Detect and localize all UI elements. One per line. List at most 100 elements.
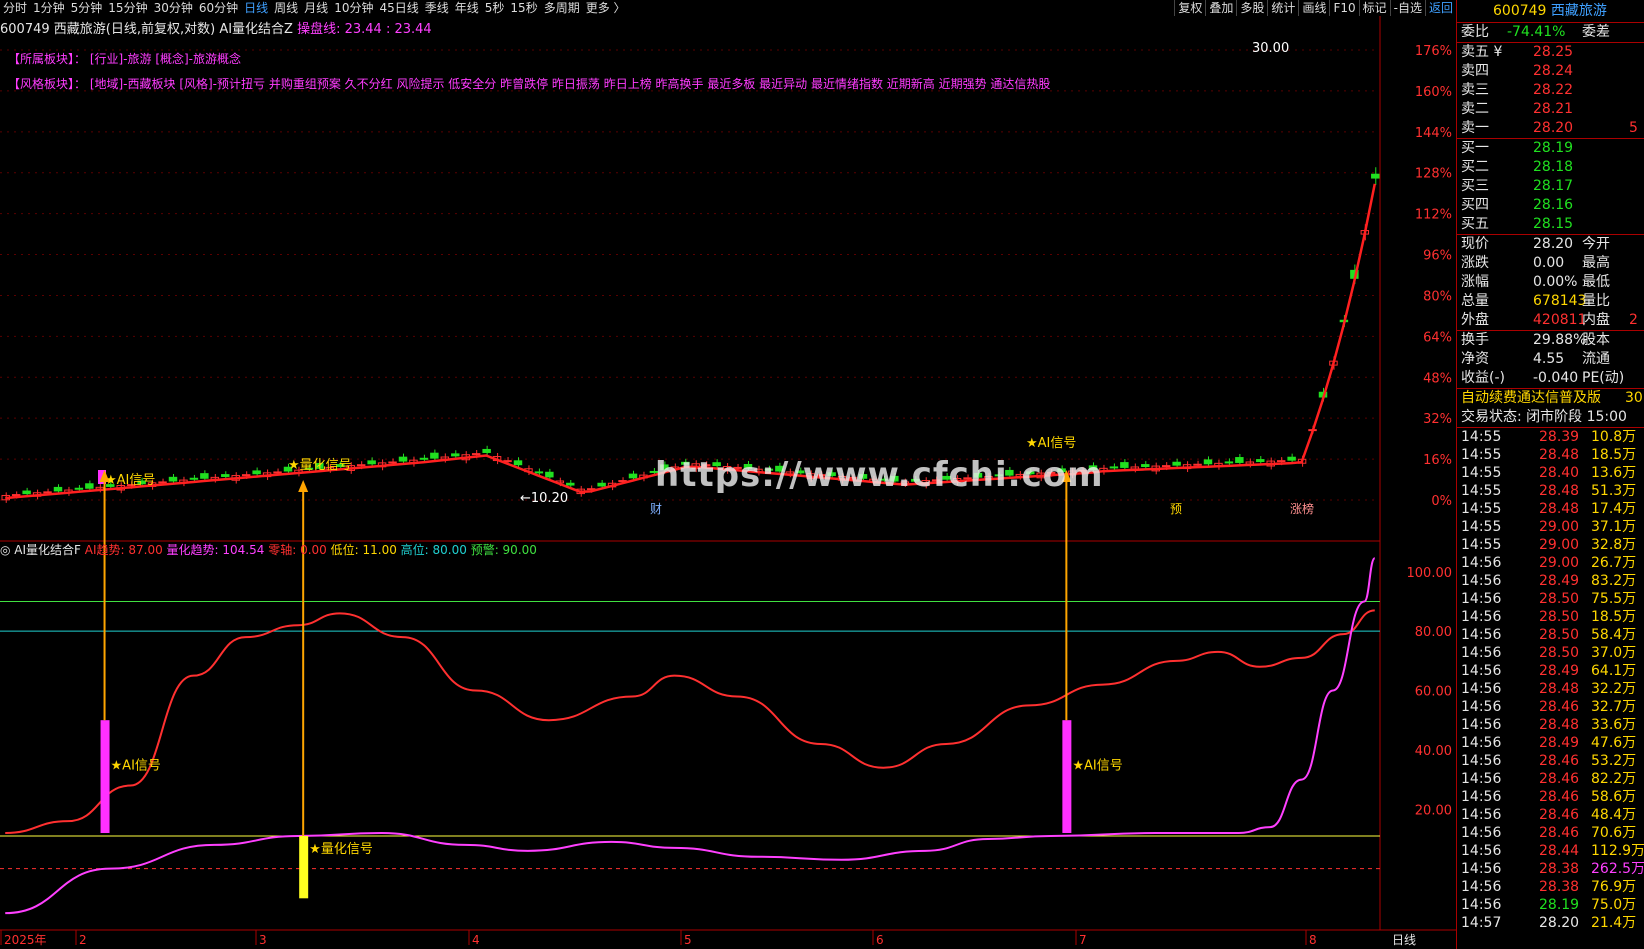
candle-body — [1193, 463, 1202, 466]
indicator-value-4: 高位: 80.00 — [400, 543, 471, 557]
tick-row: 14:55 29.00 37.1万 — [1461, 519, 1637, 535]
ai-signal-bar — [100, 720, 110, 833]
stock-name: 西藏旅游 — [1550, 3, 1607, 19]
tick-row: 14:55 28.48 51.3万 — [1461, 483, 1637, 499]
stock-code: 600749 — [1493, 3, 1547, 19]
tick-row: 14:56 28.46 70.6万 — [1461, 825, 1637, 841]
x-axis-label: 3 — [259, 933, 267, 947]
candle-body — [85, 483, 94, 489]
signal-label-indicator: ★量化信号 — [309, 842, 373, 857]
x-axis-label: 4 — [472, 933, 480, 947]
tick-row: 14:56 28.50 58.4万 — [1461, 627, 1637, 643]
stock-title: 600749 西藏旅游(日线,前复权,对数) — [0, 22, 216, 37]
signal-label-indicator: ★AI信号 — [1072, 759, 1122, 774]
signal-label-main: ★量化信号 — [288, 458, 352, 473]
tick-row: 14:55 28.39 10.8万 — [1461, 429, 1637, 445]
style-sector: 【风格板块】： [地域]-西藏板块 [风格]-预计扭亏 并购重组预案 久不分红 … — [8, 77, 1051, 91]
candle-body — [1276, 460, 1286, 463]
candle-body — [628, 473, 638, 479]
indicator-name: ◎ AI量化结合F — [0, 543, 85, 557]
candle-body — [241, 474, 251, 477]
candle-body — [566, 482, 575, 486]
sell-level-1: 卖一 28.20 5 — [1461, 120, 1638, 136]
x-axis-label: 7 — [1079, 933, 1087, 947]
price-axis-label: 0% — [1431, 494, 1452, 509]
tick-row: 14:56 28.46 48.4万 — [1461, 807, 1637, 823]
tick-row: 14:56 28.19 75.0万 — [1461, 897, 1637, 913]
stat-row-1: 涨跌 0.00 最高 — [1461, 255, 1610, 271]
candle-body — [1203, 459, 1213, 465]
candle-body — [356, 464, 366, 467]
buy-level-2: 买二 28.18 — [1461, 159, 1574, 175]
indicator-value-3: 低位: 11.00 — [330, 543, 401, 557]
candle-body — [1141, 464, 1150, 468]
price-axis-label: 16% — [1423, 453, 1452, 468]
tick-row: 14:56 28.46 58.6万 — [1461, 789, 1637, 805]
tick-row: 14:56 28.38 76.9万 — [1461, 879, 1637, 895]
candle-body — [1224, 461, 1234, 464]
candle-body — [43, 491, 52, 494]
candle-body — [513, 460, 523, 466]
candle-body — [367, 460, 376, 465]
candle-body — [1287, 456, 1296, 461]
price-axis-label: 160% — [1415, 85, 1452, 100]
indicator-value-5: 预警: 90.00 — [470, 543, 537, 557]
tick-row: 14:57 28.20 21.4万 — [1461, 915, 1637, 931]
candle-body — [74, 487, 84, 490]
stat-row-4: 外盘 420811 内盘 2 — [1461, 312, 1638, 328]
x-axis-label: 5 — [684, 933, 692, 947]
tick-row: 14:55 28.48 17.4万 — [1461, 501, 1637, 517]
candle-body — [482, 448, 491, 453]
candle-body — [168, 476, 178, 482]
stat2-row-1: 净资 4.55 流通 — [1461, 351, 1610, 367]
indicator-axis-label: 20.00 — [1415, 803, 1452, 818]
candle-body — [419, 457, 429, 460]
tick-row: 14:55 28.40 13.6万 — [1461, 465, 1637, 481]
candle-body — [1120, 462, 1129, 468]
buy-level-4: 买四 28.16 — [1461, 197, 1574, 213]
candle-body — [1172, 461, 1181, 466]
price-axis-label: 144% — [1415, 126, 1452, 141]
buy-level-5: 买五 28.15 — [1461, 216, 1574, 232]
tick-row: 14:56 28.50 18.5万 — [1461, 609, 1637, 625]
price-axis-label: 112% — [1415, 208, 1452, 223]
x-axis-label: 2025年 — [4, 933, 47, 947]
low-price-label: ←10.20 — [520, 491, 568, 506]
tick-row: 14:56 28.46 32.7万 — [1461, 699, 1637, 715]
candle-body — [221, 474, 230, 477]
sell-level-3: 卖三 28.22 — [1461, 82, 1574, 98]
watermark: https://www.cfchi.com — [655, 455, 1104, 495]
indicator-title: ◎ AI量化结合F AI趋势: 87.00 量化趋势: 104.54 零轴: 0… — [0, 541, 537, 558]
tick-row: 14:56 28.46 82.2万 — [1461, 771, 1637, 787]
price-axis-label: 80% — [1423, 289, 1452, 304]
candle-body — [200, 473, 209, 479]
tick-row: 14:56 28.49 64.1万 — [1461, 663, 1637, 679]
promo-row[interactable]: 自动续费通达信普及版 30 — [1457, 389, 1644, 408]
x-axis-label: 8 — [1309, 933, 1317, 947]
candle-body — [11, 494, 21, 497]
sell-level-5: 卖五 ¥28.25 — [1461, 44, 1574, 60]
candle-body — [252, 470, 261, 475]
candle-body — [534, 471, 544, 474]
indicator-value-1: 量化趋势: 104.54 — [166, 543, 269, 557]
event-flag: 财 — [650, 502, 662, 516]
tick-row: 14:56 28.38 262.5万 — [1461, 861, 1644, 877]
peak-price-label: 30.00 — [1252, 41, 1289, 56]
stat2-row-0: 换手 29.88% 股本 — [1461, 332, 1610, 348]
signal-label-main: ★AI信号 — [105, 473, 155, 488]
indicator-axis-label: 60.00 — [1415, 685, 1452, 700]
event-flag: 涨榜 — [1290, 501, 1314, 516]
stat-row-2: 涨幅 0.00% 最低 — [1461, 274, 1610, 290]
candle-body — [597, 482, 606, 487]
candle-body — [1371, 173, 1380, 179]
operate-line — [5, 183, 1376, 500]
candle-body — [1256, 459, 1265, 463]
indicator-axis-label: 40.00 — [1415, 744, 1452, 759]
candle-body — [430, 452, 439, 459]
price-axis-label: 32% — [1423, 412, 1452, 427]
indicator-value-0: AI趋势: 87.00 — [84, 543, 167, 557]
tick-row: 14:56 28.49 83.2万 — [1461, 573, 1637, 589]
ai-signal-bar — [1062, 720, 1072, 833]
tick-row: 14:55 28.48 18.5万 — [1461, 447, 1637, 463]
tick-row: 14:56 28.44 112.9万 — [1461, 843, 1644, 859]
